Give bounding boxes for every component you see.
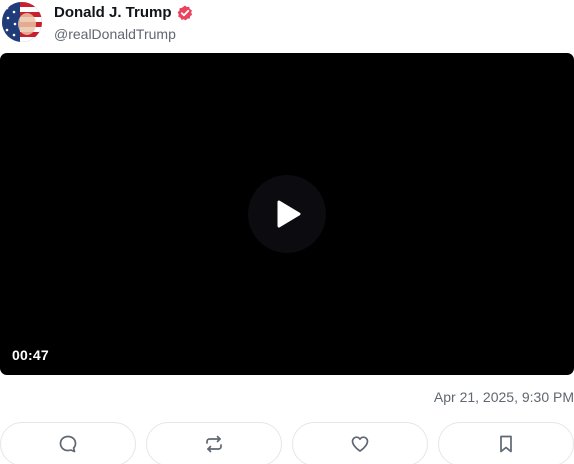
play-button[interactable] xyxy=(248,175,326,253)
avatar[interactable] xyxy=(2,2,42,42)
post-timestamp[interactable]: Apr 21, 2025, 9:30 PM xyxy=(434,389,574,405)
bookmark-button[interactable] xyxy=(438,422,574,464)
play-icon xyxy=(277,200,301,228)
author-name-row[interactable]: Donald J. Trump xyxy=(54,4,193,21)
verified-badge-icon xyxy=(177,5,193,21)
action-bar xyxy=(0,422,574,464)
post-card: Donald J. Trump @realDonaldTrump 00:47 A… xyxy=(0,0,574,464)
video-player[interactable]: 00:47 xyxy=(0,53,574,375)
video-duration: 00:47 xyxy=(12,347,49,363)
comment-icon xyxy=(59,435,77,453)
avatar-flag-image xyxy=(2,2,42,42)
like-button[interactable] xyxy=(292,422,428,464)
reply-button[interactable] xyxy=(0,422,136,464)
author-name[interactable]: Donald J. Trump xyxy=(54,4,172,21)
author-handle[interactable]: @realDonaldTrump xyxy=(54,26,176,42)
heart-icon xyxy=(351,436,369,452)
repost-icon xyxy=(206,435,222,453)
repost-button[interactable] xyxy=(146,422,282,464)
bookmark-icon xyxy=(500,435,512,453)
